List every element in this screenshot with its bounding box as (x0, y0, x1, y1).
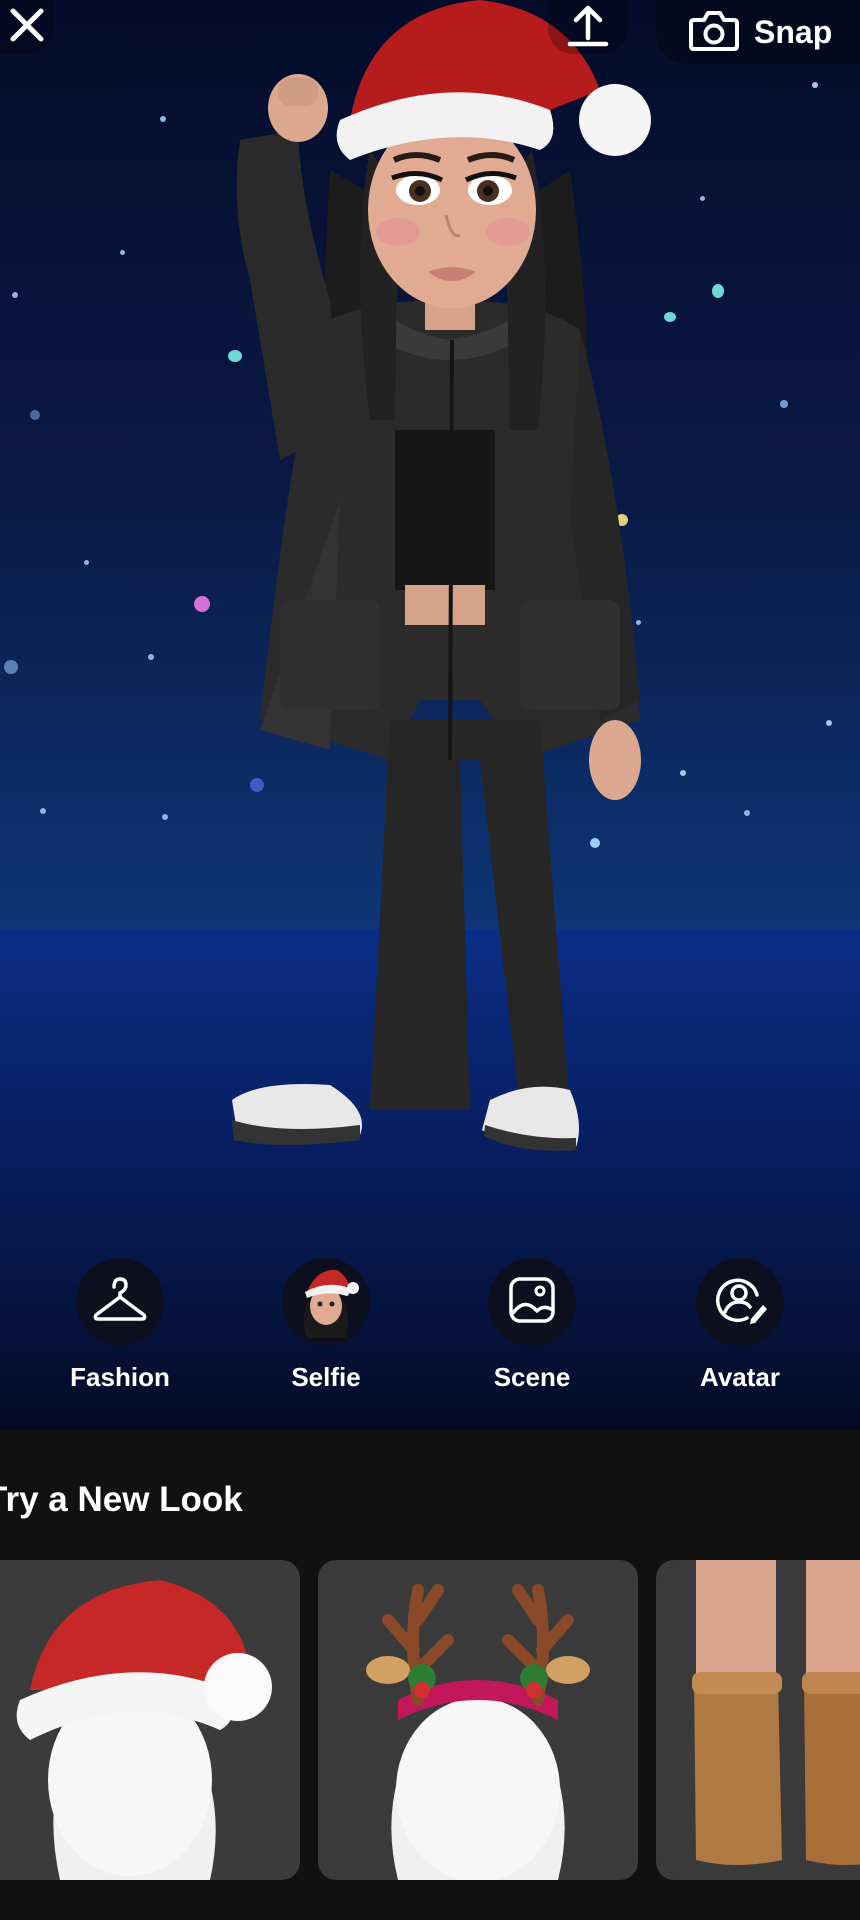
camera-icon (688, 8, 740, 57)
snap-button[interactable]: Snap (656, 0, 860, 64)
image-icon (507, 1275, 557, 1330)
sheet-title: Try a New Look (0, 1480, 243, 1519)
brown-boots-icon (692, 1560, 860, 1865)
close-icon (8, 6, 46, 49)
look-card-santa-hat[interactable] (0, 1560, 300, 1880)
fashion-button[interactable]: Fashion (40, 1258, 200, 1393)
avatar-action-bar: Fashion Selfie Scene Avatar (0, 1258, 860, 1398)
look-card-brown-boots[interactable] (656, 1560, 860, 1880)
fashion-circle (76, 1258, 164, 1346)
fashion-label: Fashion (70, 1362, 170, 1392)
santa-hat-head-icon (16, 1580, 272, 1880)
look-card-reindeer-antlers[interactable] (318, 1560, 638, 1880)
share-upload-button[interactable] (548, 0, 628, 54)
snap-label: Snap (754, 13, 833, 50)
close-button[interactable] (0, 0, 54, 54)
selfie-button[interactable]: Selfie (246, 1258, 406, 1393)
upload-icon (566, 2, 610, 53)
avatar-scene (0, 0, 860, 1430)
avatar-edit-icon (713, 1273, 767, 1332)
scene-circle (488, 1258, 576, 1346)
avatar-label: Avatar (700, 1362, 780, 1392)
selfie-avatar-icon (293, 1262, 359, 1343)
avatar-circle (696, 1258, 784, 1346)
hanger-icon (92, 1275, 148, 1330)
scene-label: Scene (493, 1362, 571, 1392)
avatar-figure[interactable] (220, 0, 660, 1160)
reindeer-antlers-head-icon (366, 1584, 590, 1880)
scene-button[interactable]: Scene (452, 1258, 612, 1393)
new-look-sheet: Try a New Look (0, 1430, 860, 1920)
selfie-circle (282, 1258, 370, 1346)
selfie-label: Selfie (291, 1362, 361, 1392)
avatar-button[interactable]: Avatar (660, 1258, 820, 1393)
